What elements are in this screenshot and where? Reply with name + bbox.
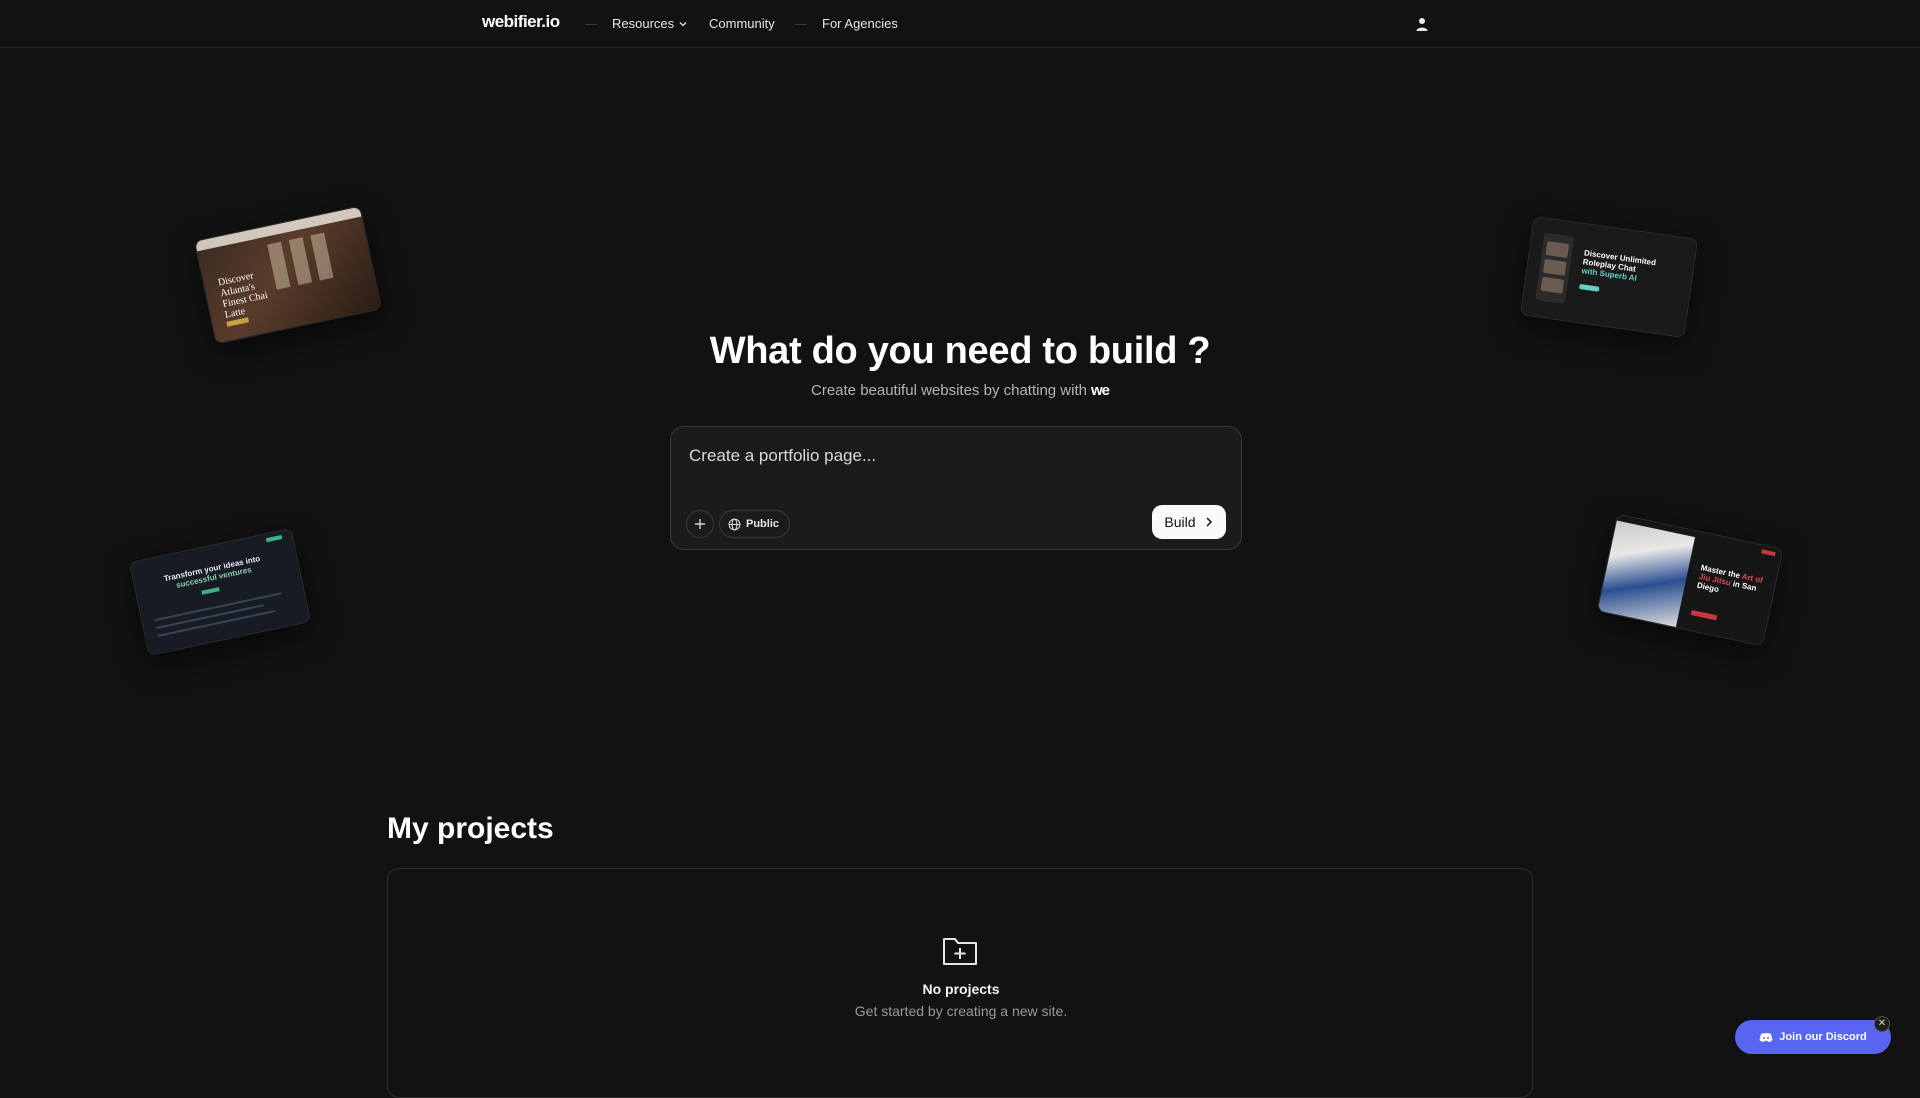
close-icon[interactable]: ✕ <box>1874 1016 1890 1032</box>
preview-tag <box>265 534 283 543</box>
join-discord-button[interactable]: Join our Discord <box>1735 1020 1891 1054</box>
build-button[interactable]: Build <box>1152 505 1226 539</box>
nav-item-resources[interactable]: Resources <box>612 16 688 31</box>
globe-icon <box>728 518 741 530</box>
visibility-label: Public <box>746 518 780 530</box>
add-attachment-button[interactable] <box>686 510 714 538</box>
discord-label: Join our Discord <box>1779 1031 1867 1043</box>
nav-separator <box>795 24 807 25</box>
projects-empty-state: No projects Get started by creating a ne… <box>387 868 1533 1098</box>
plus-icon <box>695 519 705 529</box>
projects-title: My projects <box>387 812 554 845</box>
nav-item-label: For Agencies <box>822 16 898 31</box>
we-logo: we <box>1090 382 1110 399</box>
preview-headline: Master the Art of Jiu Jitsu in San Diego <box>1696 563 1764 595</box>
empty-state-subtitle: Get started by creating a new site. <box>854 1003 1068 1019</box>
preview-tag <box>1761 549 1776 557</box>
preview-button <box>1579 283 1600 292</box>
preview-headline: Discover Atlanta's Finest Chai Latte <box>217 270 269 321</box>
preview-phone <box>1535 232 1575 305</box>
prompt-input[interactable] <box>687 443 1211 469</box>
prompt-box: Public Build <box>670 426 1242 550</box>
template-preview-chat: Discover Unlimited Roleplay Chat with Su… <box>1519 215 1699 339</box>
preview-button <box>1690 610 1718 621</box>
chevron-down-icon <box>679 21 687 26</box>
logo[interactable]: webifier.io <box>482 12 560 32</box>
empty-state-title: No projects <box>922 981 1000 997</box>
hero-title: What do you need to build ? <box>709 330 1211 372</box>
nav-item-for-agencies[interactable]: For Agencies <box>822 16 898 31</box>
preview-window <box>310 232 334 281</box>
template-preview-jiujitsu: Master the Art of Jiu Jitsu in San Diego <box>1596 513 1784 647</box>
user-icon[interactable] <box>1414 16 1430 32</box>
folder-plus-icon[interactable] <box>941 933 979 967</box>
nav-item-label: Community <box>709 16 775 31</box>
chevron-right-icon <box>1206 517 1212 527</box>
preview-headline: Discover Unlimited Roleplay Chat with Su… <box>1580 248 1657 283</box>
nav-item-community[interactable]: Community <box>709 16 775 31</box>
build-label: Build <box>1164 514 1196 530</box>
preview-photo <box>1597 520 1696 628</box>
preview-window <box>288 237 313 286</box>
template-preview-cafe: Discover Atlanta's Finest Chai Latte <box>193 205 383 345</box>
nav-separator <box>585 24 597 25</box>
template-preview-ventures: Transform your ideas into successful ven… <box>128 527 312 657</box>
preview-button <box>201 587 220 595</box>
nav-item-label: Resources <box>612 16 675 31</box>
discord-icon <box>1759 1032 1773 1042</box>
visibility-button[interactable]: Public <box>719 510 791 538</box>
hero-subtitle: Create beautiful websites by chatting wi… <box>811 382 1110 399</box>
top-navigation: webifier.io Resources Community For Agen… <box>0 0 1920 48</box>
